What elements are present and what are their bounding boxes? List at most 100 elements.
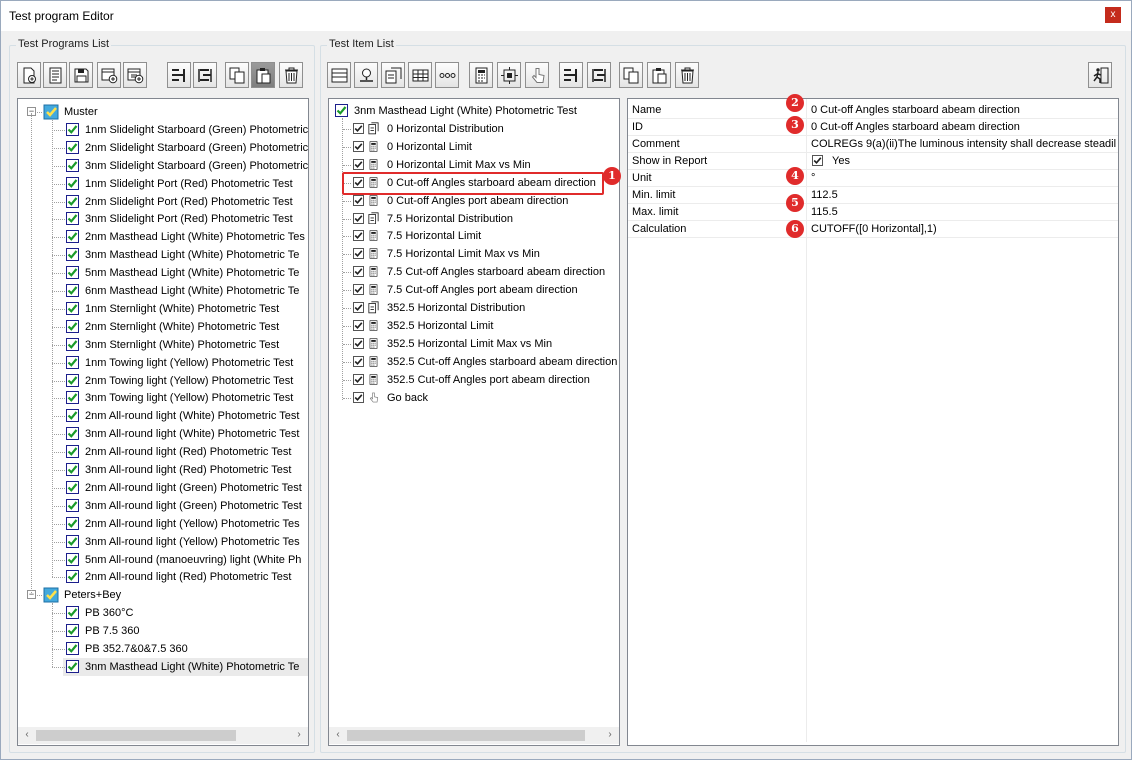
delete-button[interactable]	[675, 62, 699, 88]
program-checkbox[interactable]	[66, 391, 79, 405]
program-row[interactable]: 2nm Masthead Light (White) Photometric T…	[63, 228, 308, 246]
test-item-checkbox[interactable]	[353, 212, 364, 224]
program-checkbox[interactable]	[66, 158, 79, 172]
program-checkbox[interactable]	[66, 194, 79, 208]
program-checkbox[interactable]	[66, 176, 79, 190]
property-value[interactable]: 112.5	[811, 189, 1116, 201]
property-value[interactable]: Yes	[832, 155, 1132, 167]
test-item-row[interactable]: 7.5 Horizontal Distribution	[351, 210, 619, 228]
delete-button[interactable]	[279, 62, 303, 88]
add-program-button[interactable]	[97, 62, 121, 88]
program-row[interactable]: 2nm Towing light (Yellow) Photometric Te…	[63, 372, 308, 390]
program-checkbox[interactable]	[66, 570, 79, 584]
scroll-thumb[interactable]	[347, 730, 585, 741]
program-group-row[interactable]: Muster	[18, 103, 308, 121]
program-row[interactable]: 5nm Masthead Light (White) Photometric T…	[63, 264, 308, 282]
test-item-row[interactable]: 7.5 Horizontal Limit Max vs Min	[351, 245, 619, 263]
program-row[interactable]: 3nm All-round light (Green) Photometric …	[63, 497, 308, 515]
list-button[interactable]	[327, 62, 351, 88]
program-row[interactable]: 2nm All-round light (Green) Photometric …	[63, 479, 308, 497]
test-item-row[interactable]: 7.5 Cut-off Angles port abeam direction	[351, 281, 619, 299]
program-checkbox[interactable]	[66, 301, 79, 315]
program-row[interactable]: PB 7.5 360	[63, 622, 308, 640]
program-checkbox[interactable]	[66, 498, 79, 512]
program-checkbox[interactable]	[66, 266, 79, 280]
test-item-checkbox[interactable]	[353, 123, 364, 134]
program-checkbox[interactable]	[66, 248, 79, 262]
program-row[interactable]: 1nm Towing light (Yellow) Photometric Te…	[63, 354, 308, 372]
program-row[interactable]: 1nm Slidelight Port (Red) Photometric Te…	[63, 175, 308, 193]
program-row[interactable]: 2nm Slidelight Port (Red) Photometric Te…	[63, 193, 308, 211]
program-row[interactable]: 3nm Slidelight Port (Red) Photometric Te…	[63, 210, 308, 228]
property-value[interactable]: °	[811, 172, 1116, 184]
test-program-root-row[interactable]: 3nm Masthead Light (White) Photometric T…	[329, 102, 619, 120]
grid-button[interactable]	[408, 62, 432, 88]
property-row[interactable]: Unit °	[628, 170, 1118, 187]
program-checkbox[interactable]	[66, 373, 79, 387]
test-item-checkbox[interactable]	[353, 355, 364, 367]
test-item-row[interactable]: 352.5 Cut-off Angles port abeam directio…	[351, 371, 619, 389]
program-checkbox[interactable]	[66, 284, 79, 297]
copy-button[interactable]	[619, 62, 643, 88]
test-item-checkbox[interactable]	[353, 319, 364, 331]
program-row[interactable]: 3nm Towing light (Yellow) Photometric Te…	[63, 389, 308, 407]
program-row[interactable]: 3nm All-round light (Yellow) Photometric…	[63, 533, 308, 551]
program-row[interactable]: 3nm Sternlight (White) Photometric Test	[63, 336, 308, 354]
scroll-right-icon[interactable]: ›	[603, 728, 617, 742]
test-item-row[interactable]: 352.5 Horizontal Limit	[351, 317, 619, 335]
test-item-checkbox[interactable]	[353, 302, 364, 313]
indent-right-button[interactable]	[587, 62, 611, 88]
exit-button[interactable]	[1088, 62, 1112, 88]
calculator-button[interactable]	[469, 62, 493, 88]
property-value[interactable]: 0 Cut-off Angles starboard abeam directi…	[811, 121, 1116, 133]
property-row[interactable]: Min. limit 112.5	[628, 187, 1118, 204]
program-row[interactable]: 3nm All-round light (Red) Photometric Te…	[63, 461, 308, 479]
programs-horizontal-scrollbar[interactable]: ‹ ›	[18, 727, 308, 744]
add-group-button[interactable]	[123, 62, 147, 88]
program-row[interactable]: 3nm Masthead Light (White) Photometric T…	[63, 657, 308, 676]
property-value[interactable]: 0 Cut-off Angles starboard abeam directi…	[811, 104, 1116, 116]
test-item-row[interactable]: Go back	[351, 389, 619, 407]
program-checkbox[interactable]	[66, 319, 79, 333]
new-document-button[interactable]	[17, 62, 41, 88]
program-checkbox[interactable]	[66, 337, 79, 351]
program-checkbox[interactable]	[66, 230, 79, 244]
test-item-row[interactable]: 7.5 Cut-off Angles starboard abeam direc…	[351, 263, 619, 281]
program-row[interactable]: 2nm Sternlight (White) Photometric Test	[63, 318, 308, 336]
test-item-row[interactable]: 352.5 Horizontal Distribution	[351, 299, 619, 317]
property-row[interactable]: Name 0 Cut-off Angles starboard abeam dir…	[628, 102, 1118, 119]
property-value[interactable]: CUTOFF([0 Horizontal],1)	[811, 223, 1116, 235]
test-item-row[interactable]: 0 Horizontal Limit	[351, 138, 619, 156]
property-row[interactable]: Max. limit 115.5	[628, 204, 1118, 221]
program-checkbox[interactable]	[66, 534, 79, 548]
scroll-left-icon[interactable]: ‹	[331, 728, 345, 742]
property-row[interactable]: Show in Report Yes	[628, 153, 1118, 170]
program-row[interactable]: 3nm Masthead Light (White) Photometric T…	[63, 246, 308, 264]
test-item-checkbox[interactable]	[353, 158, 364, 170]
test-item-checkbox[interactable]	[353, 248, 364, 260]
indent-right-button[interactable]	[193, 62, 217, 88]
program-group-row[interactable]: Peters+Bey	[18, 586, 308, 604]
program-checkbox[interactable]	[66, 140, 79, 154]
test-item-checkbox[interactable]	[353, 391, 364, 403]
program-row[interactable]: 2nm All-round light (Red) Photometric Te…	[63, 568, 308, 586]
program-row[interactable]: 3nm Slidelight Starboard (Green) Photome…	[63, 157, 308, 175]
program-checkbox[interactable]	[66, 552, 79, 566]
program-checkbox[interactable]	[66, 516, 79, 530]
scroll-right-icon[interactable]: ›	[292, 728, 306, 742]
program-row[interactable]: 1nm Sternlight (White) Photometric Test	[63, 300, 308, 318]
test-items-tree[interactable]: 3nm Masthead Light (White) Photometric T…	[328, 98, 620, 746]
program-checkbox[interactable]	[66, 480, 79, 494]
program-checkbox[interactable]	[66, 606, 79, 620]
scroll-thumb[interactable]	[36, 730, 236, 741]
program-row[interactable]: 2nm All-round light (White) Photometric …	[63, 407, 308, 425]
test-item-checkbox[interactable]	[353, 194, 364, 206]
property-row[interactable]: Comment COLREGs 9(a)(ii)The luminous inte…	[628, 136, 1118, 153]
property-row[interactable]: ID 0 Cut-off Angles starboard abeam direc…	[628, 119, 1118, 136]
program-checkbox[interactable]	[66, 624, 79, 638]
location-pin-button[interactable]	[354, 62, 378, 88]
test-item-row[interactable]: 352.5 Horizontal Limit Max vs Min	[351, 335, 619, 353]
function-button[interactable]	[381, 62, 405, 88]
program-checkbox[interactable]	[66, 427, 79, 441]
target-button[interactable]	[497, 62, 521, 88]
